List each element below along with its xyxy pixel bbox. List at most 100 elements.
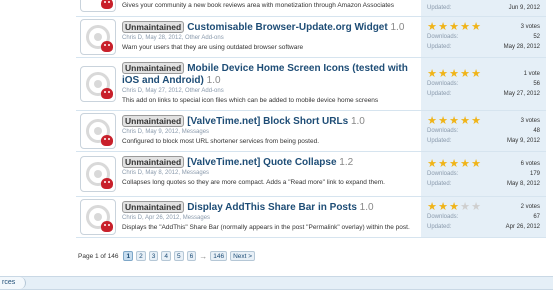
resource-thumbnail[interactable] <box>80 199 116 235</box>
updated-value: Jun 9, 2012 <box>508 5 540 11</box>
list-item: Unmaintained [ValveTime.net] Quote Collap… <box>76 152 546 197</box>
placeholder-dot-icon <box>94 170 102 178</box>
resource-title-line: Unmaintained Display AddThis Share Bar in… <box>122 201 417 214</box>
placeholder-dot-icon <box>94 80 102 88</box>
resource-stats: Updated: Jun 9, 2012 <box>421 0 546 16</box>
thumbnail-cell <box>76 17 120 57</box>
star-icon[interactable]: ★ <box>471 69 481 80</box>
updated-value: May 9, 2012 <box>506 138 540 144</box>
resource-description: Configured to block most URL shortener s… <box>122 138 320 145</box>
star-icon[interactable]: ★ <box>449 69 459 80</box>
vote-count: 1 vote <box>523 71 540 77</box>
updated-label: Updated: <box>427 5 452 11</box>
resource-title-link[interactable]: Customisable Browser-Update.org Widget <box>187 22 388 33</box>
rating-stars[interactable]: ★ ★ ★ ★ ★ <box>427 159 481 170</box>
resource-meta: Chris D, May 28, 2012, Other Add-ons <box>122 35 224 41</box>
breadcrumb-item-resources[interactable]: rces <box>0 277 27 289</box>
list-item: Unmaintained Mobile Device Home Screen Ic… <box>76 58 546 111</box>
downloads-label: Downloads: <box>427 214 459 220</box>
star-icon[interactable]: ★ <box>460 159 470 170</box>
updated-label: Updated: <box>427 44 452 50</box>
resource-stats: ★ ★ ★ ★ ★ 1 vote Downloads: 56 Updated: May 27,… <box>421 58 546 110</box>
star-icon[interactable]: ★ <box>460 22 470 33</box>
star-icon[interactable]: ★ <box>471 202 481 213</box>
resource-main: Unmaintained Display AddThis Share Bar in… <box>120 197 421 237</box>
rating-stars[interactable]: ★ ★ ★ ★ ★ <box>427 69 481 80</box>
downloads-value: 48 <box>533 128 540 134</box>
angry-bird-icon <box>101 41 113 52</box>
star-icon[interactable]: ★ <box>427 69 437 80</box>
list-item: Unmaintained Display AddThis Share Bar in… <box>76 197 546 238</box>
status-badge: Unmaintained <box>122 62 185 74</box>
resource-thumbnail[interactable] <box>80 156 116 192</box>
resource-version: 1.0 <box>206 75 221 86</box>
list-item: Gives your community a new book reviews … <box>76 0 546 17</box>
placeholder-dot-icon <box>94 33 102 41</box>
angry-bird-icon <box>101 88 113 99</box>
downloads-label: Downloads: <box>427 34 459 40</box>
star-icon[interactable]: ★ <box>471 22 481 33</box>
page-jump-arrow-icon[interactable]: → <box>199 252 207 261</box>
star-icon[interactable]: ★ <box>438 69 448 80</box>
downloads-value: 179 <box>529 171 540 177</box>
resource-title-link[interactable]: Display AddThis Share Bar in Posts <box>187 202 357 213</box>
updated-label: Updated: <box>427 181 452 187</box>
rating-stars[interactable]: ★ ★ ★ ★ ★ <box>427 116 481 127</box>
page-link-4[interactable]: 4 <box>161 251 171 261</box>
resource-description: Gives your community a new book reviews … <box>122 2 395 9</box>
page-link-6[interactable]: 6 <box>186 251 197 261</box>
star-icon[interactable]: ★ <box>438 22 448 33</box>
page-link-last[interactable]: 146 <box>210 251 228 261</box>
resource-stats: ★ ★ ★ ★ ★ 3 votes Downloads: 48 Updated: May 9,… <box>421 111 546 151</box>
resource-title-link[interactable]: [ValveTime.net] Quote Collapse <box>187 157 336 168</box>
star-icon[interactable]: ★ <box>460 116 470 127</box>
star-icon[interactable]: ★ <box>438 116 448 127</box>
thumbnail-cell <box>76 152 120 196</box>
star-icon[interactable]: ★ <box>449 116 459 127</box>
page-link-2[interactable]: 2 <box>136 251 146 261</box>
star-icon[interactable]: ★ <box>460 202 470 213</box>
next-page-button[interactable]: Next > <box>230 251 256 261</box>
resource-description: Warn your users that they are using outd… <box>122 44 304 51</box>
page-count-label: Page 1 of 146 <box>78 252 119 260</box>
resource-thumbnail[interactable] <box>80 66 116 102</box>
status-badge: Unmaintained <box>122 201 185 213</box>
rating-stars[interactable]: ★ ★ ★ ★ ★ <box>427 22 481 33</box>
vote-count: 2 votes <box>520 204 540 210</box>
thumbnail-cell <box>76 58 120 110</box>
star-icon[interactable]: ★ <box>471 159 481 170</box>
page-navigation: Page 1 of 146 1 2 3 4 5 6 → 146 Next > <box>78 251 256 261</box>
downloads-label: Downloads: <box>427 171 459 177</box>
resource-thumbnail[interactable] <box>80 113 116 149</box>
resource-stats: ★ ★ ★ ★ ★ 2 votes Downloads: 67 Updated: Apr 26… <box>421 197 546 237</box>
star-icon[interactable]: ★ <box>460 69 470 80</box>
star-icon[interactable]: ★ <box>427 116 437 127</box>
angry-bird-icon <box>101 221 113 232</box>
resource-title-line: Unmaintained Mobile Device Home Screen Ic… <box>122 62 417 87</box>
updated-value: May 28, 2012 <box>503 44 540 50</box>
thumbnail-cell <box>76 0 120 16</box>
resource-meta: Chris D, May 9, 2012, Messages <box>122 129 210 135</box>
placeholder-dot-icon <box>94 213 102 221</box>
page-link-3[interactable]: 3 <box>148 251 159 261</box>
star-icon[interactable]: ★ <box>427 202 437 213</box>
star-icon[interactable]: ★ <box>427 22 437 33</box>
star-icon[interactable]: ★ <box>449 202 459 213</box>
downloads-value: 67 <box>533 214 540 220</box>
page-link-5[interactable]: 5 <box>173 251 184 261</box>
star-icon[interactable]: ★ <box>449 22 459 33</box>
resource-version: 1.0 <box>390 22 405 33</box>
resource-thumbnail[interactable] <box>80 0 116 12</box>
resource-thumbnail[interactable] <box>80 19 116 55</box>
thumbnail-cell <box>76 197 120 237</box>
resource-description: Collapses long quotes so they are more c… <box>122 179 385 186</box>
star-icon[interactable]: ★ <box>471 116 481 127</box>
star-icon[interactable]: ★ <box>449 159 459 170</box>
star-icon[interactable]: ★ <box>427 159 437 170</box>
star-icon[interactable]: ★ <box>438 202 448 213</box>
star-icon[interactable]: ★ <box>438 159 448 170</box>
rating-stars[interactable]: ★ ★ ★ ★ ★ <box>427 202 481 213</box>
downloads-label: Downloads: <box>427 81 459 87</box>
resource-title-link[interactable]: [ValveTime.net] Block Short URLs <box>187 116 348 127</box>
page-link-1[interactable]: 1 <box>123 251 134 261</box>
